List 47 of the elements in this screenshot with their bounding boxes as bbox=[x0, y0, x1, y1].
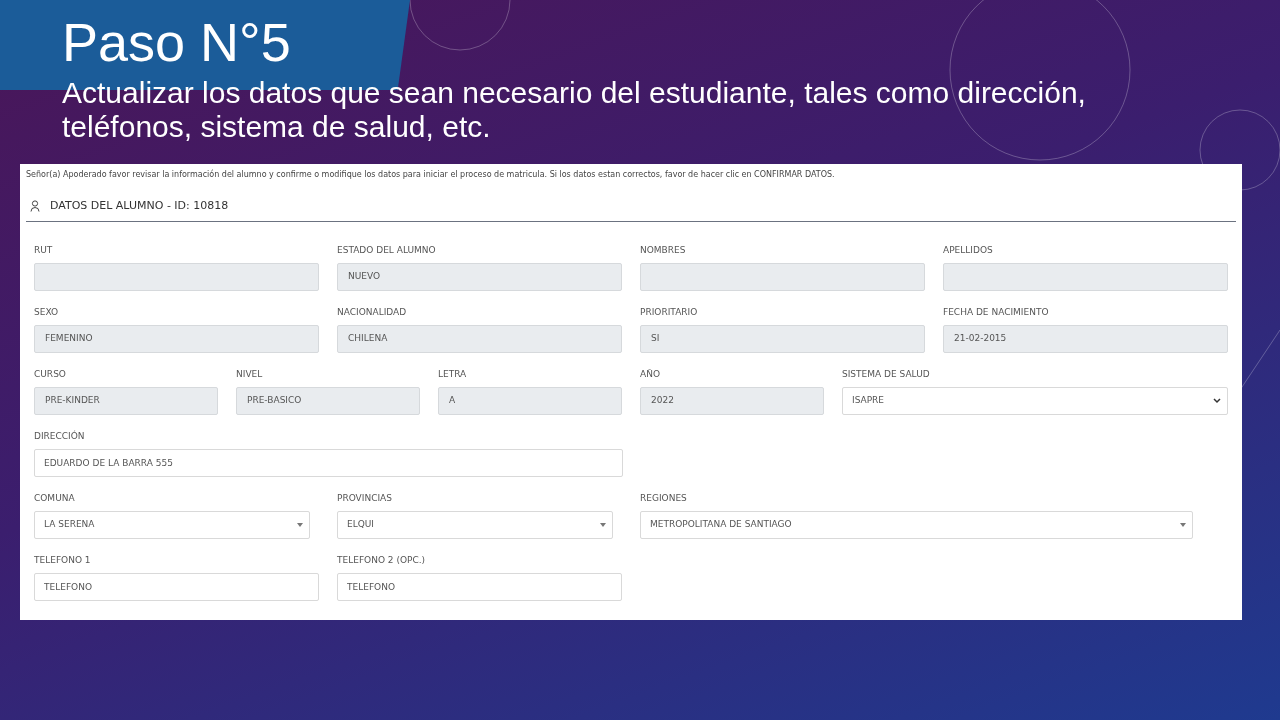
field-label: LETRA bbox=[438, 367, 468, 380]
field-label: ESTADO DEL ALUMNO bbox=[337, 243, 437, 256]
chevron-down-icon bbox=[1213, 397, 1221, 404]
field-label: DIRECCIÓN bbox=[34, 429, 86, 442]
field-label: COMUNA bbox=[34, 491, 76, 504]
text-field[interactable]: TELEFONO bbox=[34, 572, 319, 601]
select-field[interactable]: ISAPRE bbox=[842, 386, 1228, 415]
readonly-field[interactable]: FEMENINO bbox=[34, 324, 319, 353]
field-label: AÑO bbox=[640, 367, 661, 380]
field-label: CURSO bbox=[34, 367, 67, 380]
readonly-field[interactable] bbox=[640, 262, 925, 291]
readonly-field[interactable]: SI bbox=[640, 324, 925, 353]
select-field[interactable]: METROPOLITANA DE SANTIAGO bbox=[640, 510, 1193, 539]
field-label: SEXO bbox=[34, 305, 60, 318]
readonly-field[interactable]: A bbox=[438, 386, 622, 415]
readonly-field[interactable] bbox=[34, 262, 319, 291]
readonly-field[interactable]: PRE-KINDER bbox=[34, 386, 218, 415]
field-label: NOMBRES bbox=[640, 243, 687, 256]
slide-title: Paso N°5 bbox=[62, 11, 291, 74]
readonly-field[interactable]: 21-02-2015 bbox=[943, 324, 1228, 353]
readonly-field[interactable]: CHILENA bbox=[337, 324, 622, 353]
readonly-field[interactable]: NUEVO bbox=[337, 262, 622, 291]
section-title: DATOS DEL ALUMNO - ID: 10818 bbox=[50, 198, 229, 214]
readonly-field[interactable] bbox=[943, 262, 1228, 291]
caret-down-icon bbox=[297, 522, 303, 527]
field-label: SISTEMA DE SALUD bbox=[842, 367, 931, 380]
field-label: RUT bbox=[34, 243, 54, 256]
field-label: NACIONALIDAD bbox=[337, 305, 408, 318]
field-label: PROVINCIAS bbox=[337, 491, 393, 504]
field-label: PRIORITARIO bbox=[640, 305, 699, 318]
caret-down-icon bbox=[600, 522, 606, 527]
readonly-field[interactable]: PRE-BASICO bbox=[236, 386, 420, 415]
select-field[interactable]: ELQUI bbox=[337, 510, 613, 539]
notice-text: Señor(a) Apoderado favor revisar la información del alumno y confirme o modifique los datos para iniciar el proceso de matricula. Si los datos estan correctos, favor de hacer clic en CONFIRMAR DATOS. bbox=[26, 170, 836, 180]
field-label: FECHA DE NACIMIENTO bbox=[943, 305, 1050, 318]
field-label: APELLIDOS bbox=[943, 243, 994, 256]
field-label: REGIONES bbox=[640, 491, 688, 504]
slide-subtitle: Actualizar los datos que sean necesario del estudiante, tales como dirección, teléfonos, sistema de salud, etc. bbox=[62, 76, 1087, 144]
text-field[interactable]: EDUARDO DE LA BARRA 555 bbox=[34, 448, 623, 477]
field-label: NIVEL bbox=[236, 367, 264, 380]
text-field[interactable]: TELEFONO bbox=[337, 572, 622, 601]
field-label: TELEFONO 1 bbox=[34, 553, 92, 566]
readonly-field[interactable]: 2022 bbox=[640, 386, 824, 415]
field-label: TELEFONO 2 (OPC.) bbox=[337, 553, 427, 566]
user-icon bbox=[30, 200, 40, 213]
select-field[interactable]: LA SERENA bbox=[34, 510, 310, 539]
caret-down-icon bbox=[1180, 522, 1186, 527]
